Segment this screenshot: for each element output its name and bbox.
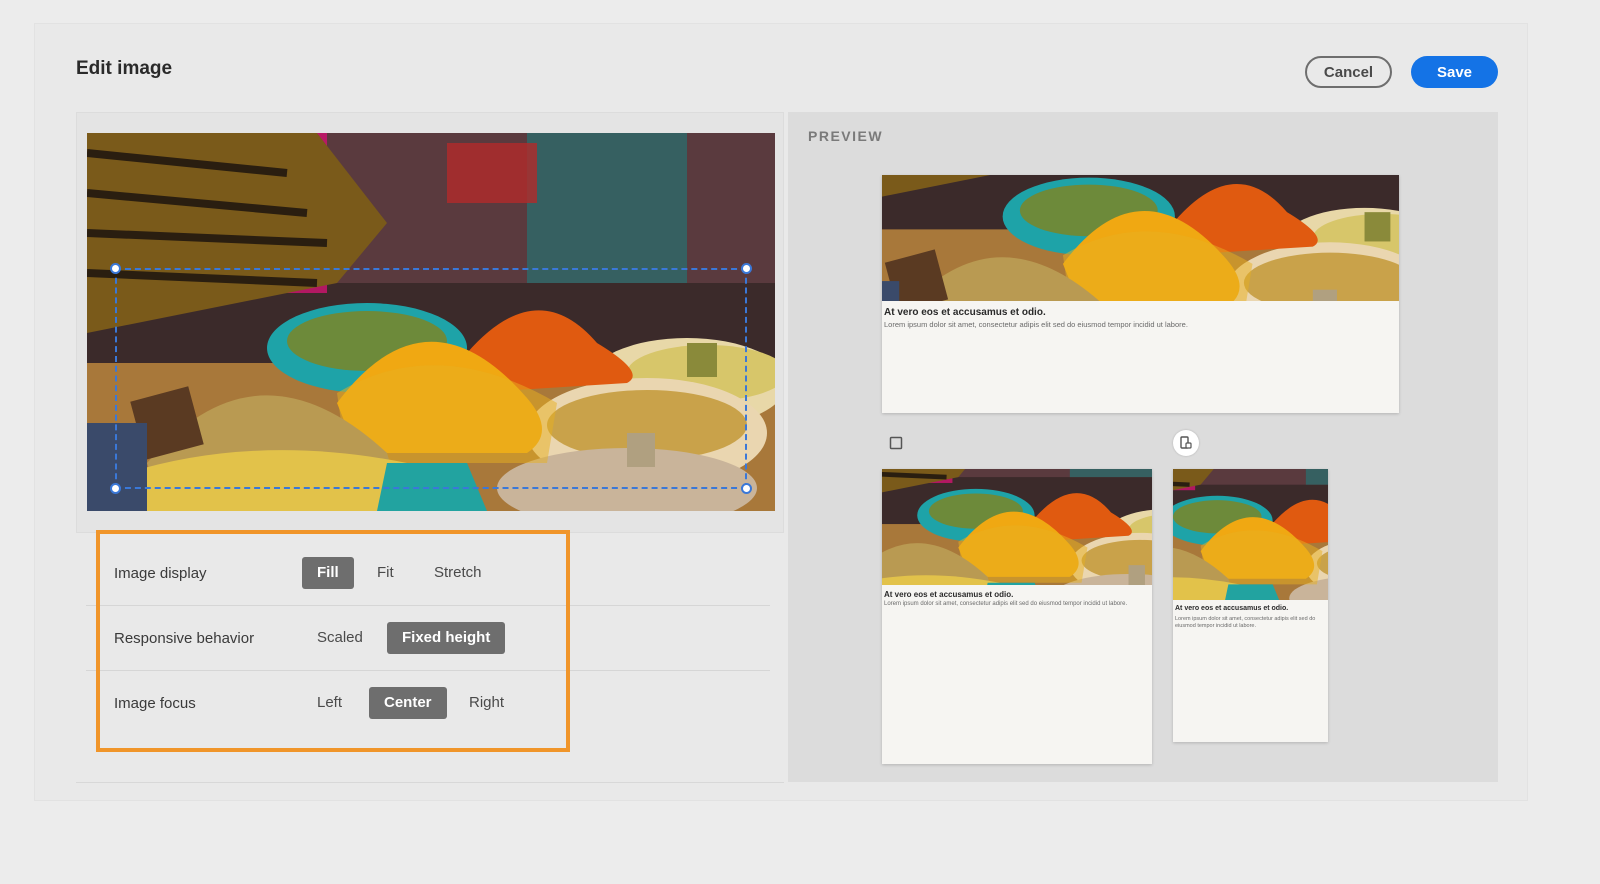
dialog-title: Edit image (76, 58, 173, 79)
image-display-row: Image display Fill Fit Stretch (86, 541, 770, 606)
crop-handle-bottom-left[interactable] (110, 483, 121, 494)
desktop-preview-image (882, 175, 1399, 301)
desktop-preview-card: At vero eos et accusamus et odio. Lorem … (882, 175, 1399, 413)
mobile-card-body: Lorem ipsum dolor sit amet, consectetur … (1175, 616, 1316, 630)
image-display-fit[interactable]: Fit (362, 557, 409, 589)
image-display-label: Image display (114, 565, 207, 582)
crop-handle-top-left[interactable] (110, 263, 121, 274)
responsive-behavior-label: Responsive behavior (114, 630, 255, 647)
crop-selection[interactable] (110, 263, 752, 494)
cancel-button[interactable]: Cancel (1305, 56, 1392, 88)
desktop-card-body: Lorem ipsum dolor sit amet, consectetur … (884, 320, 1188, 329)
tablet-preview-card: At vero eos et accusamus et odio. Lorem … (882, 469, 1152, 764)
responsive-behavior-fixed-height[interactable]: Fixed height (387, 622, 506, 654)
edit-image-dialog: Edit image Cancel Save Image display Fil… (34, 23, 1528, 801)
image-focus-center[interactable]: Center (369, 687, 447, 719)
responsive-behavior-scaled[interactable]: Scaled (302, 622, 378, 654)
tablet-card-title: At vero eos et accusamus et odio. (884, 590, 1014, 599)
mobile-icon[interactable] (1173, 430, 1199, 456)
mobile-preview-image (1173, 469, 1328, 600)
save-button[interactable]: Save (1411, 56, 1498, 88)
tablet-preview-image (882, 469, 1152, 585)
image-display-fill[interactable]: Fill (302, 557, 354, 589)
crop-handle-top-right[interactable] (741, 263, 752, 274)
image-focus-row: Image focus Left Center Right (86, 671, 770, 736)
preview-panel: PREVIEW At vero eos et accusamus et odio… (788, 112, 1498, 782)
image-settings: Image display Fill Fit Stretch Responsiv… (86, 541, 770, 736)
mobile-preview-card: At vero eos et accusamus et odio. Lorem … (1173, 469, 1328, 742)
image-focus-left[interactable]: Left (302, 687, 357, 719)
preview-label: PREVIEW (808, 128, 884, 144)
image-focus-right[interactable]: Right (454, 687, 519, 719)
tablet-card-body: Lorem ipsum dolor sit amet, consectetur … (884, 601, 1128, 607)
editor-image[interactable] (87, 133, 775, 511)
image-focus-label: Image focus (114, 695, 196, 712)
responsive-behavior-row: Responsive behavior Scaled Fixed height (86, 606, 770, 671)
image-display-stretch[interactable]: Stretch (419, 557, 497, 589)
desktop-card-title: At vero eos et accusamus et odio. (884, 307, 1046, 318)
crop-handle-bottom-right[interactable] (741, 483, 752, 494)
divider (76, 782, 784, 783)
tablet-icon[interactable] (883, 430, 909, 456)
mobile-card-title: At vero eos et accusamus et odio. (1175, 605, 1289, 612)
image-editor-panel (76, 112, 784, 533)
